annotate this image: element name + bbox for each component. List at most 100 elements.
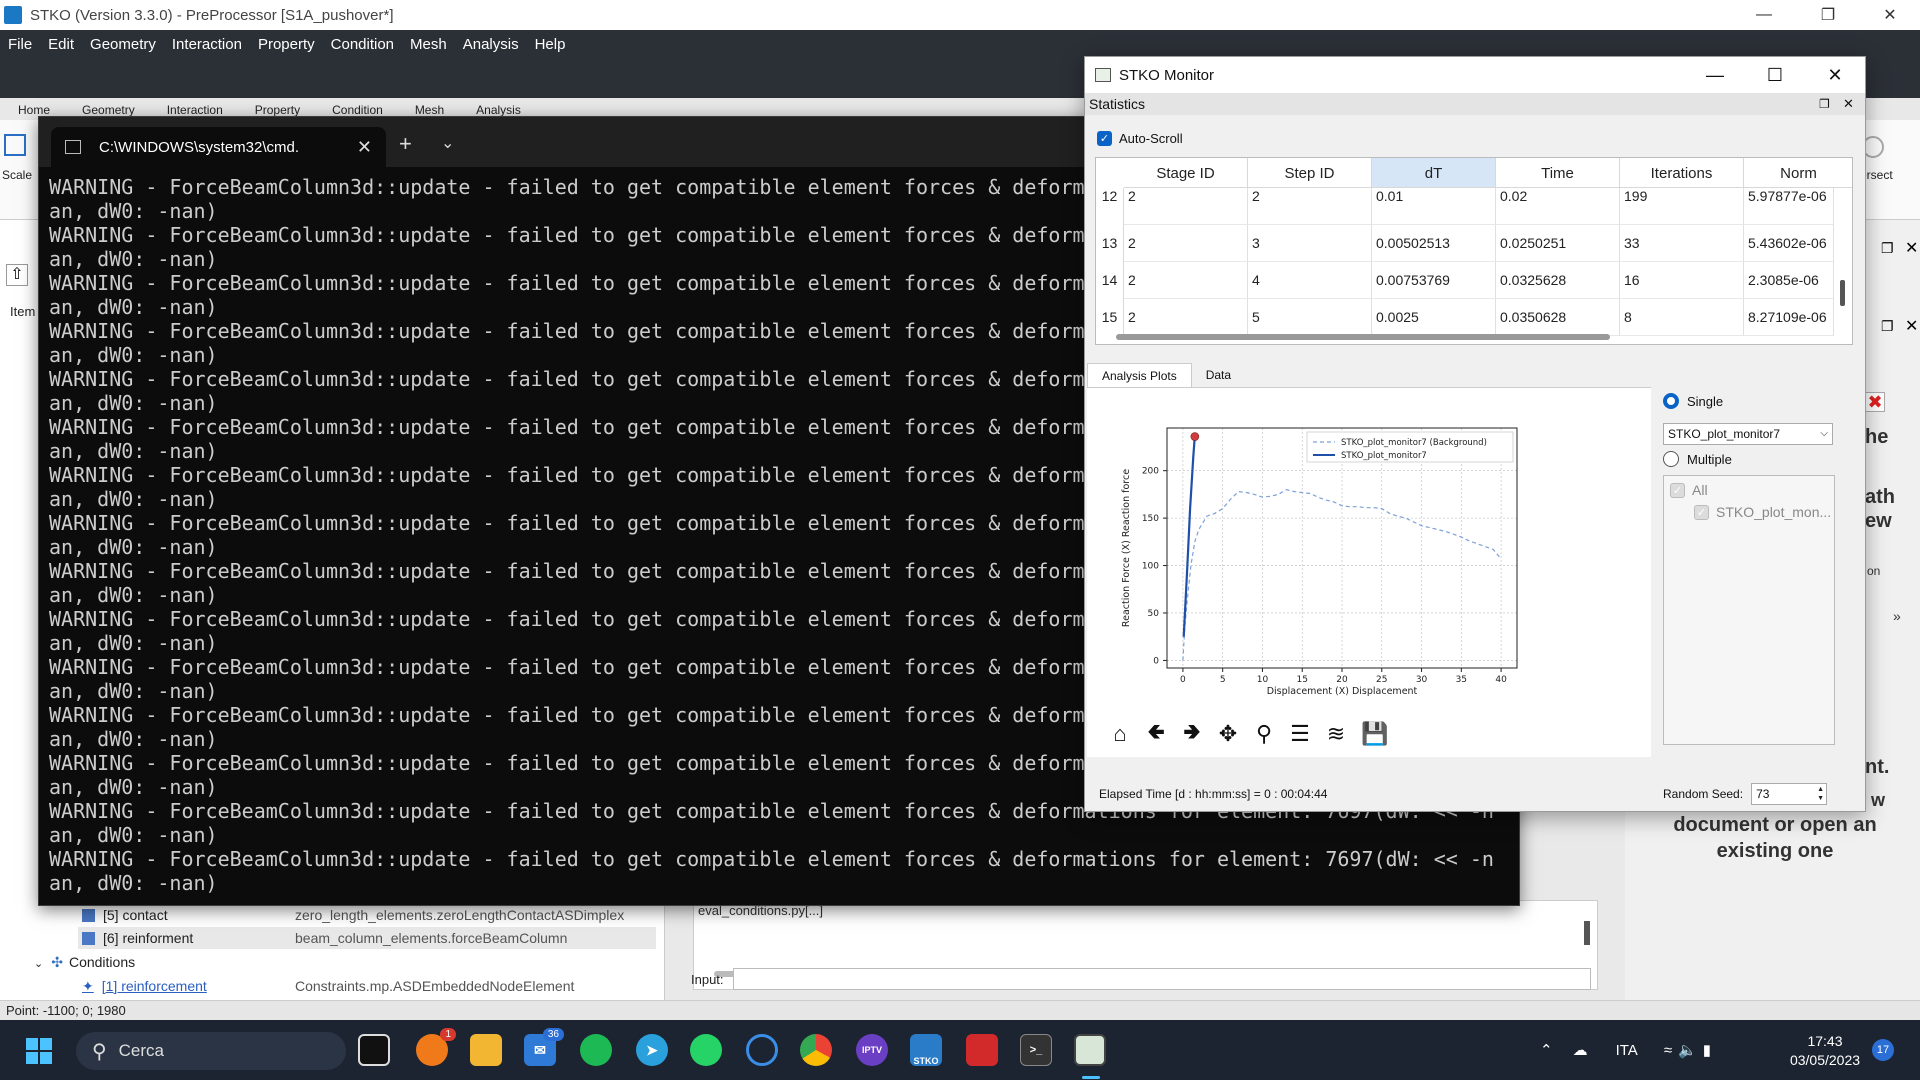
- battery-icon[interactable]: ▮: [1703, 1041, 1711, 1059]
- menu-property[interactable]: Property: [258, 36, 315, 53]
- tab-analysis-plots[interactable]: Analysis Plots: [1087, 363, 1192, 387]
- whatsapp-icon[interactable]: [690, 1034, 722, 1066]
- terminal-taskbar-icon[interactable]: >_: [1020, 1034, 1052, 1066]
- chevron-down-icon[interactable]: ⌄: [441, 133, 454, 153]
- taskbar-search[interactable]: ⚲ Cerca: [76, 1032, 346, 1070]
- x-tick-label: 20: [1336, 675, 1348, 685]
- mail-icon[interactable]: ✉ 36: [524, 1028, 564, 1066]
- tree-value-reinforcement: Constraints.mp.ASDEmbeddedNodeElement: [295, 978, 575, 994]
- menu-analysis[interactable]: Analysis: [463, 36, 519, 53]
- cmd-tab[interactable]: C:\WINDOWS\system32\cmd. ✕: [51, 127, 386, 167]
- reaction-displacement-chart[interactable]: 0 5 10 15 20 25 30 35 40 0 50 100 150 200 Displacement…: [1103, 394, 1641, 714]
- plot-tabs: Analysis Plots Data: [1087, 363, 1245, 387]
- minimize-icon[interactable]: —: [1685, 57, 1745, 93]
- forward-arrow-icon[interactable]: 🢂: [1181, 715, 1203, 753]
- tree-item-contact[interactable]: [5] contact: [82, 904, 168, 926]
- stko-monitor-window[interactable]: STKO Monitor — ☐ ✕ Statistics ❐ ✕ ✓ Auto…: [1084, 56, 1866, 812]
- iptv-icon[interactable]: IPTV: [856, 1034, 888, 1066]
- new-tab-plus-icon[interactable]: +: [399, 131, 412, 157]
- chrome-icon[interactable]: [800, 1034, 832, 1066]
- check-icon[interactable]: ✓: [1097, 131, 1112, 146]
- col-iterations[interactable]: Iterations: [1620, 158, 1744, 188]
- monitor-taskbar-icon[interactable]: [1074, 1034, 1106, 1066]
- start-windows-icon[interactable]: [26, 1038, 52, 1064]
- spotify-icon[interactable]: [580, 1034, 612, 1066]
- close-icon[interactable]: ✕: [1862, 0, 1918, 30]
- maximize-icon[interactable]: ☐: [1745, 57, 1805, 93]
- file-explorer-icon[interactable]: [470, 1034, 502, 1066]
- col-step-id[interactable]: Step ID: [1248, 158, 1372, 188]
- red-x-icon[interactable]: ✖: [1865, 392, 1885, 412]
- tree-item-conditions[interactable]: ⌄ ✣ Conditions: [34, 951, 135, 973]
- edit-axis-icon[interactable]: ≋: [1325, 721, 1347, 747]
- panel-close-icon[interactable]: ✕: [1905, 238, 1918, 258]
- wifi-icon[interactable]: ≈: [1664, 1042, 1672, 1059]
- multiple-radio[interactable]: Multiple: [1663, 451, 1732, 467]
- zoom-icon[interactable]: ⚲: [1253, 721, 1275, 747]
- sync-icon[interactable]: [746, 1034, 778, 1066]
- command-input[interactable]: [733, 968, 1591, 990]
- save-icon[interactable]: 💾: [1361, 721, 1388, 747]
- tree-item-reinforment[interactable]: [6] reinforment: [82, 927, 193, 949]
- chevron-up-icon[interactable]: ⌃: [1540, 1041, 1553, 1059]
- plot-select[interactable]: STKO_plot_monitor7 ⌵: [1663, 423, 1833, 445]
- scale-icon[interactable]: [4, 134, 26, 156]
- language-indicator[interactable]: ITA: [1616, 1042, 1638, 1059]
- menu-condition[interactable]: Condition: [331, 36, 394, 53]
- col-norm[interactable]: Norm: [1744, 158, 1852, 188]
- menu-interaction[interactable]: Interaction: [172, 36, 242, 53]
- pan-icon[interactable]: ✥: [1217, 721, 1239, 747]
- statistics-table[interactable]: Stage ID Step ID dT Time Iterations Norm…: [1095, 157, 1853, 345]
- menu-file[interactable]: File: [8, 36, 32, 53]
- task-view-icon[interactable]: [358, 1034, 390, 1066]
- restore-icon[interactable]: ❐: [1800, 0, 1856, 30]
- float-icon[interactable]: ❐: [1881, 240, 1894, 257]
- y-tick-label: 150: [1142, 514, 1159, 524]
- volume-icon[interactable]: 🔈: [1678, 1041, 1697, 1059]
- tab-close-icon[interactable]: ✕: [357, 137, 372, 158]
- clock-date: 03/05/2023: [1789, 1052, 1861, 1068]
- home-icon[interactable]: ⌂: [1109, 721, 1131, 747]
- configure-subplots-icon[interactable]: ☰: [1289, 721, 1311, 747]
- tree-item-reinforcement[interactable]: ✦ [1] reinforcement: [82, 975, 207, 997]
- table-vscrollbar[interactable]: [1840, 280, 1845, 306]
- single-radio[interactable]: Single: [1663, 393, 1723, 409]
- empty-message-line2: existing one: [1716, 840, 1834, 862]
- menu-edit[interactable]: Edit: [48, 36, 74, 53]
- notification-badge[interactable]: 17: [1872, 1039, 1894, 1061]
- spin-arrows-icon[interactable]: ▲ ▼: [1817, 785, 1824, 803]
- col-stage-id[interactable]: Stage ID: [1124, 158, 1248, 188]
- firefox-icon[interactable]: 1: [416, 1028, 456, 1066]
- menu-geometry[interactable]: Geometry: [90, 36, 156, 53]
- menu-help[interactable]: Help: [535, 36, 566, 53]
- row-index: 12: [1096, 188, 1124, 225]
- back-arrow-icon[interactable]: 🢀: [1145, 715, 1167, 753]
- close-icon[interactable]: ✕: [1805, 57, 1865, 93]
- stko-taskbar-icon[interactable]: STKO: [910, 1034, 942, 1066]
- tab-data[interactable]: Data: [1192, 363, 1245, 387]
- dock-close-icon[interactable]: ✕: [1843, 93, 1854, 115]
- radio-unselected-icon[interactable]: [1663, 451, 1679, 467]
- acrobat-icon[interactable]: [966, 1034, 998, 1066]
- minimize-icon[interactable]: —: [1736, 0, 1792, 30]
- float-icon[interactable]: ❐: [1819, 93, 1830, 115]
- telegram-icon[interactable]: ➤: [636, 1034, 668, 1066]
- onedrive-cloud-icon[interactable]: ☁: [1573, 1041, 1588, 1059]
- console-vscrollbar[interactable]: [1584, 921, 1590, 945]
- list-item-all: ✓ All: [1670, 482, 1708, 498]
- autoscroll-checkbox[interactable]: ✓ Auto-Scroll: [1097, 131, 1183, 146]
- windows-taskbar: ⚲ Cerca 1 ✉ 36 ➤ IPTV STKO >_ ⌃ ☁ ITA ≈ 🔈…: [0, 1020, 1920, 1080]
- chevron-down-icon[interactable]: ⌄: [34, 958, 43, 970]
- table-hscrollbar[interactable]: [1116, 334, 1610, 340]
- chevron-right-icon[interactable]: »: [1893, 608, 1901, 624]
- menu-mesh[interactable]: Mesh: [410, 36, 447, 53]
- panel-close-icon-2[interactable]: ✕: [1905, 316, 1918, 336]
- float-icon-2[interactable]: ❐: [1881, 318, 1894, 335]
- seed-spinbox[interactable]: 73 ▲ ▼: [1751, 783, 1828, 805]
- col-time[interactable]: Time: [1496, 158, 1620, 188]
- clock-time: 17:43: [1807, 1033, 1843, 1049]
- up-arrow-icon[interactable]: ⇧: [6, 264, 28, 286]
- radio-selected-icon[interactable]: [1663, 393, 1679, 409]
- taskbar-clock[interactable]: 17:43 03/05/2023: [1780, 1032, 1870, 1070]
- col-dt[interactable]: dT: [1372, 158, 1496, 188]
